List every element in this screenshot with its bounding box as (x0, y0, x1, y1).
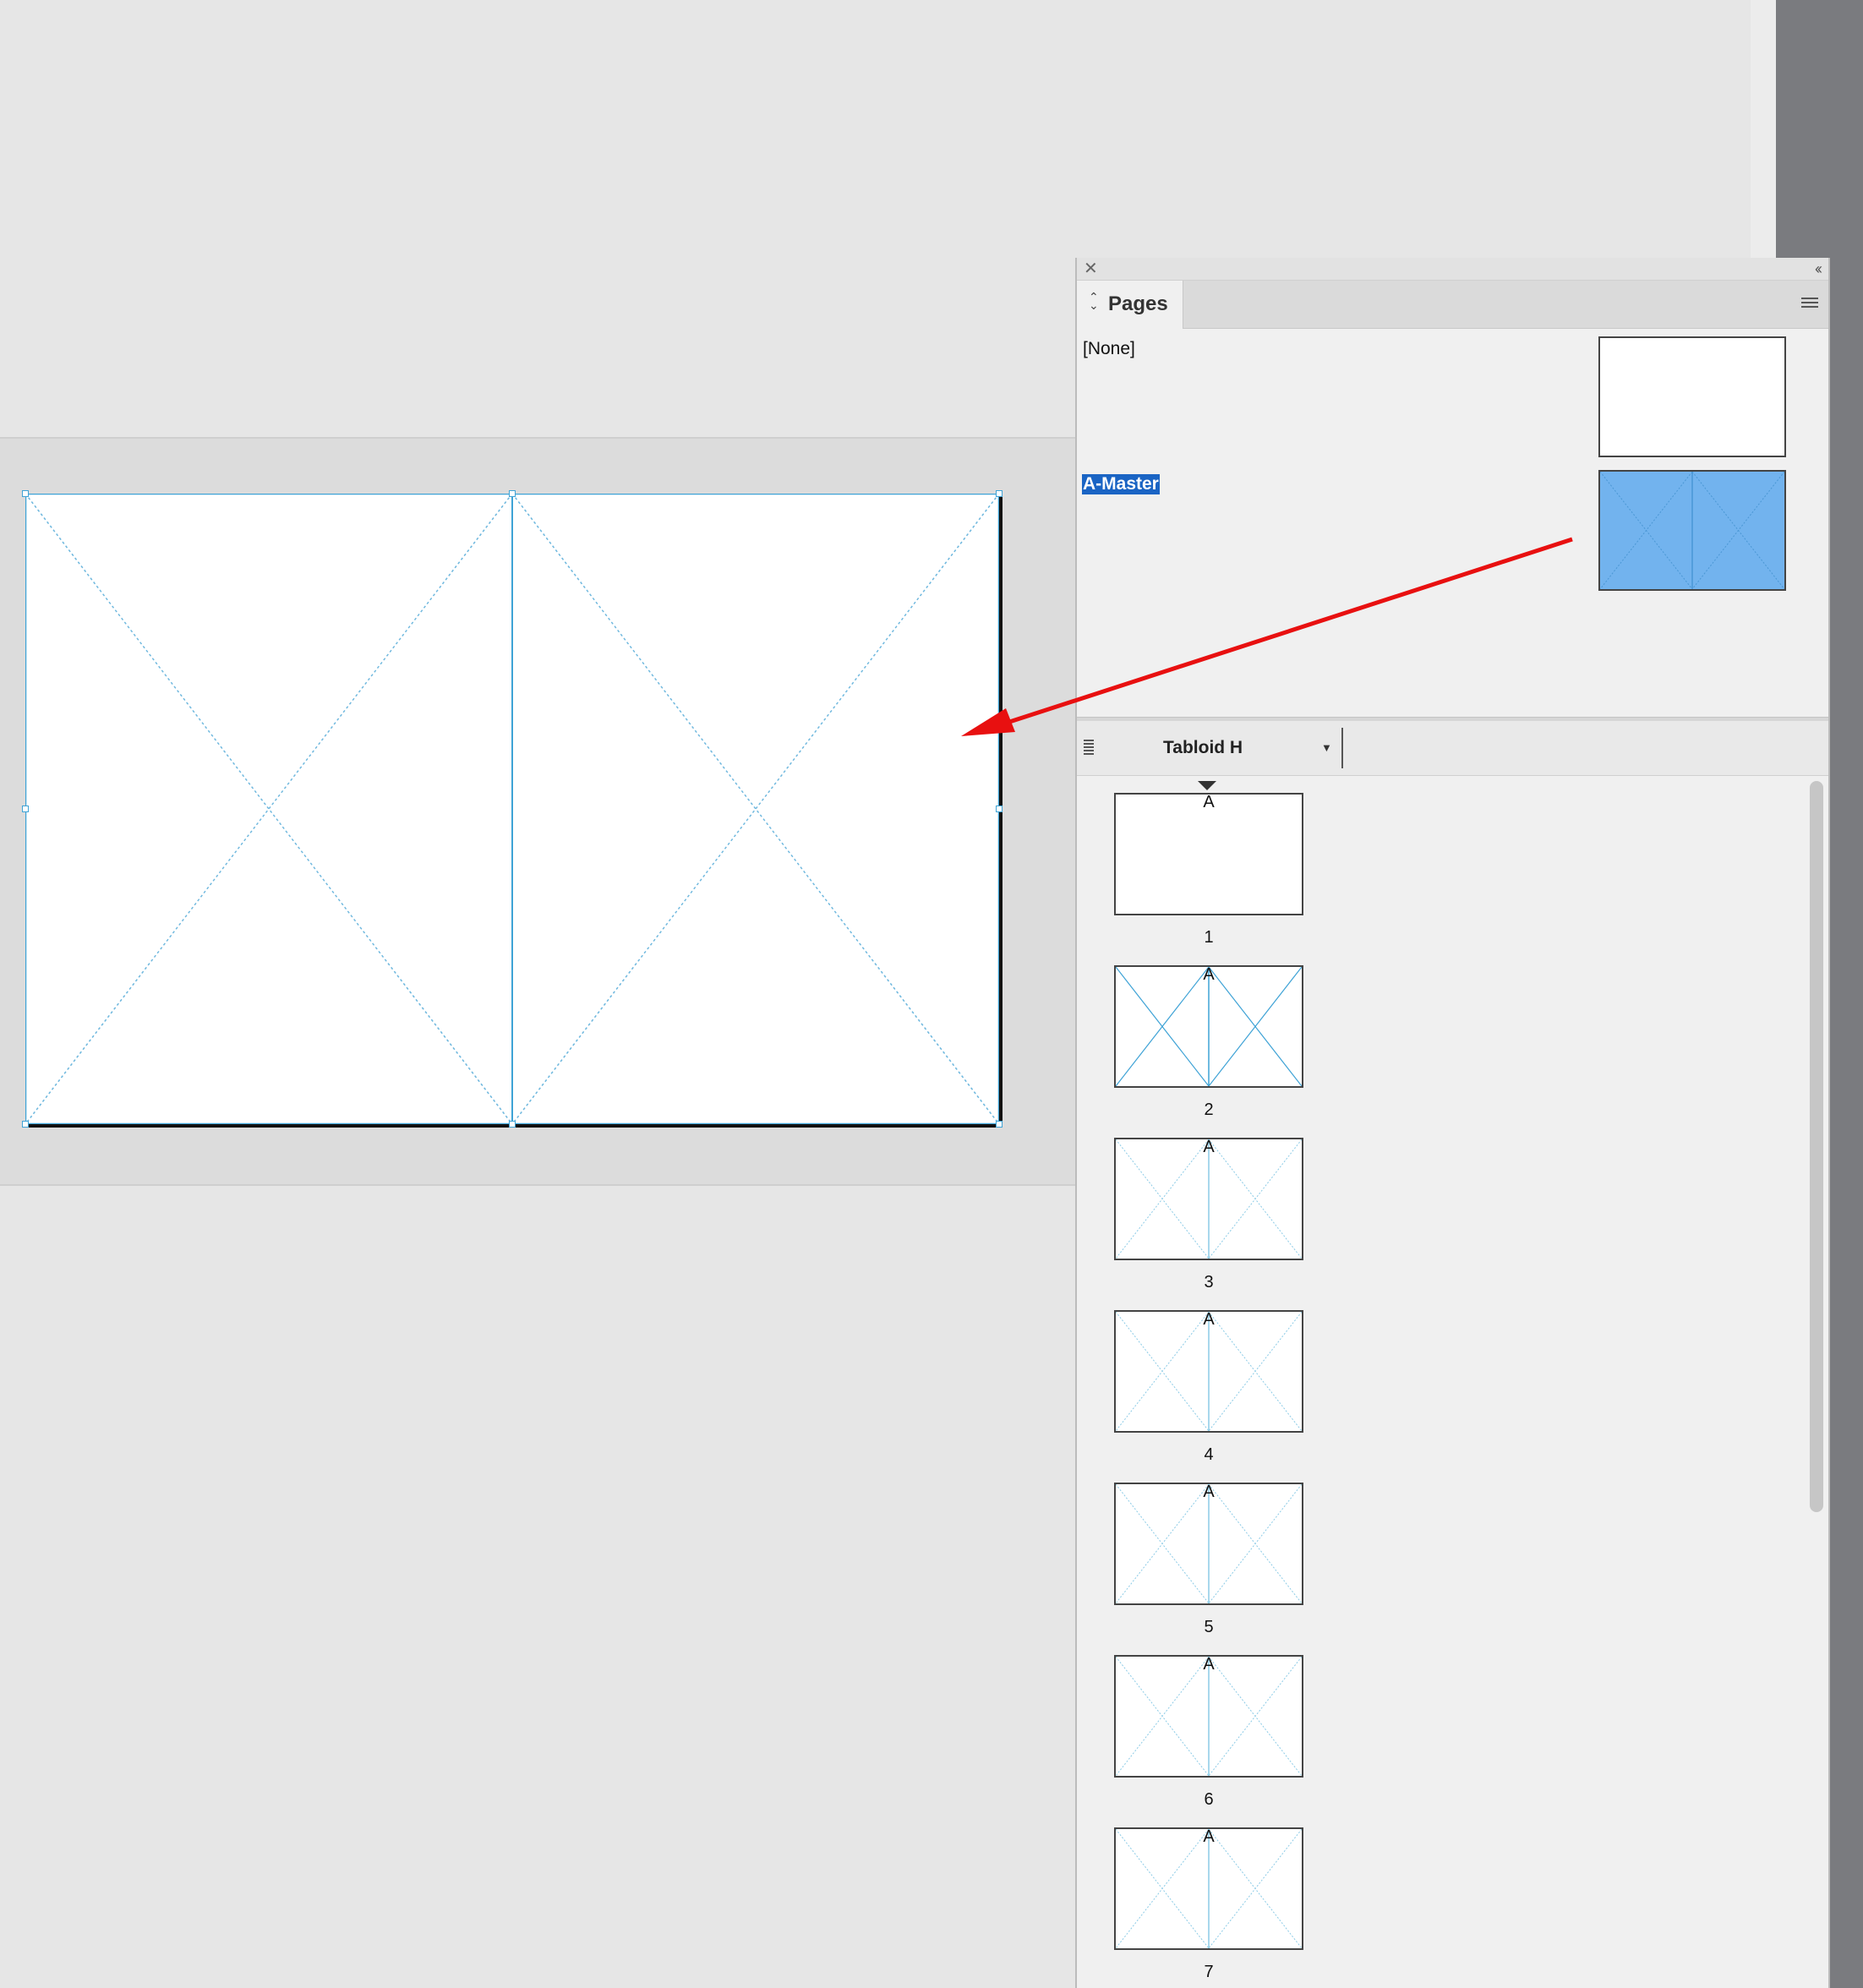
master-a-label[interactable]: A-Master (1082, 474, 1160, 494)
panel-titlebar: ✕ ‹‹ (1077, 258, 1828, 281)
close-icon[interactable]: ✕ (1084, 259, 1098, 278)
handle-top-center[interactable] (509, 490, 516, 497)
pages-list: A 1 A 2 A 3 A 4 A 5 A 6 A 7 (1077, 776, 1828, 1988)
page-number: 5 (1204, 1618, 1214, 1636)
current-page-marker-icon (1198, 781, 1216, 790)
master-a-guides (1599, 471, 1785, 590)
page-guides (1116, 1829, 1302, 1948)
page-master-letter: A (1203, 793, 1215, 811)
handle-middle-right[interactable] (996, 806, 1003, 812)
page-number: 3 (1204, 1273, 1214, 1292)
page-guides (1116, 967, 1302, 1086)
page-master-letter: A (1203, 1310, 1215, 1329)
tab-pages[interactable]: ⌃ ⌄ Pages (1077, 281, 1183, 329)
page-guides (1116, 1139, 1302, 1259)
master-a-thumbnail[interactable] (1598, 470, 1786, 591)
page-guides (1116, 1657, 1302, 1776)
panel-menu-icon[interactable] (1801, 298, 1818, 311)
spread-guides (25, 494, 999, 1124)
panel-tab-row: ⌃ ⌄ Pages (1077, 281, 1828, 329)
page-master-letter: A (1203, 1483, 1215, 1501)
document-spread[interactable] (22, 490, 1003, 1128)
page-guides (1116, 1484, 1302, 1603)
handle-top-left[interactable] (22, 490, 29, 497)
master-none-thumbnail[interactable] (1598, 336, 1786, 457)
pages-panel: ✕ ‹‹ ⌃⌄ Pages [None] A-Master Tabloid H (1075, 258, 1830, 1988)
handle-top-right[interactable] (996, 490, 1003, 497)
page-master-letter: A (1203, 1827, 1215, 1846)
master-none-label[interactable]: [None] (1083, 339, 1135, 359)
pages-scrollbar[interactable] (1808, 776, 1825, 1988)
scrollbar-thumb[interactable] (1810, 781, 1823, 1512)
page-size-label[interactable]: Tabloid H (1163, 738, 1243, 758)
page-number: 4 (1204, 1445, 1214, 1464)
page-number: 6 (1204, 1790, 1214, 1809)
page-number: 7 (1204, 1963, 1214, 1981)
page-master-letter: A (1203, 965, 1215, 984)
page-guides (1116, 1312, 1302, 1431)
handle-bottom-center[interactable] (509, 1121, 516, 1128)
updown-icon: ⌃ ⌄ (1089, 290, 1099, 312)
page-master-letter: A (1203, 1138, 1215, 1156)
size-separator (1341, 728, 1343, 768)
page-master-letter: A (1203, 1655, 1215, 1674)
grip-icon[interactable] (1084, 740, 1094, 756)
collapse-icon[interactable]: ‹‹ (1815, 259, 1822, 278)
handle-bottom-right[interactable] (996, 1121, 1003, 1128)
page-number: 1 (1204, 928, 1214, 947)
chevron-down-icon[interactable]: ▼ (1321, 741, 1332, 754)
page-number: 2 (1204, 1100, 1214, 1119)
handle-bottom-left[interactable] (22, 1121, 29, 1128)
page-size-row: Tabloid H ▼ (1077, 721, 1828, 776)
handle-middle-left[interactable] (22, 806, 29, 812)
tab-pages-label: Pages (1108, 292, 1168, 315)
masters-section: [None] A-Master (1077, 329, 1828, 718)
